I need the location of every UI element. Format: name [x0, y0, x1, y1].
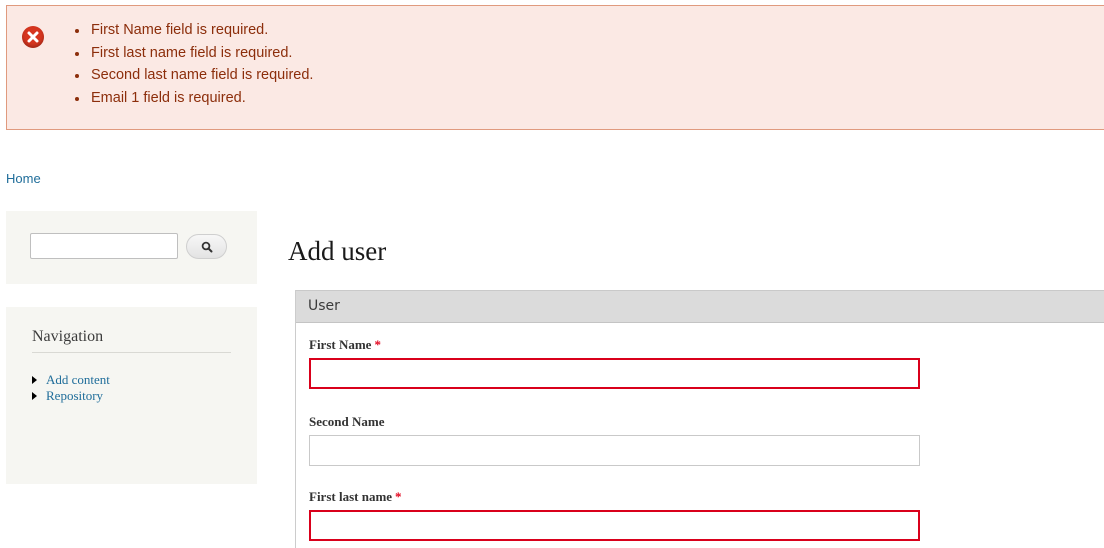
navigation-menu: Add content Repository [32, 372, 110, 404]
triangle-right-icon [32, 376, 37, 384]
error-icon [22, 26, 44, 48]
magnifier-icon [201, 241, 213, 253]
navigation-title: Navigation [32, 328, 104, 345]
error-message: First Name field is required. [75, 19, 313, 42]
first-last-name-label-text: First last name [309, 489, 393, 504]
breadcrumb-home-link[interactable]: Home [6, 171, 41, 186]
first-name-label: First Name * [309, 337, 381, 353]
navigation-divider [32, 352, 231, 353]
search-block [6, 211, 257, 284]
navigation-block: Navigation Add content Repository [6, 307, 257, 484]
required-marker: * [395, 489, 402, 504]
search-input[interactable] [30, 233, 178, 259]
first-last-name-input[interactable] [309, 510, 920, 541]
first-last-name-label: First last name * [309, 489, 402, 505]
second-name-input[interactable] [309, 435, 920, 466]
first-name-label-text: First Name [309, 337, 372, 352]
error-list: First Name field is required. First last… [75, 19, 313, 109]
fieldset-legend: User [296, 290, 1104, 323]
error-message: Email 1 field is required. [75, 87, 313, 110]
page-title: Add user [288, 236, 387, 266]
required-marker: * [374, 337, 381, 352]
user-fieldset: User First Name * Second Name First last … [295, 290, 1104, 548]
second-name-label-text: Second Name [309, 414, 385, 429]
triangle-right-icon [32, 392, 37, 400]
nav-item-repository[interactable]: Repository [32, 388, 110, 404]
nav-item-add-content[interactable]: Add content [32, 372, 110, 388]
error-messages: First Name field is required. First last… [6, 5, 1104, 130]
error-message: First last name field is required. [75, 42, 313, 65]
first-name-input[interactable] [309, 358, 920, 389]
nav-item-label[interactable]: Add content [46, 372, 110, 387]
search-button[interactable] [186, 234, 227, 259]
second-name-label: Second Name [309, 414, 384, 430]
error-message: Second last name field is required. [75, 64, 313, 87]
nav-item-label[interactable]: Repository [46, 388, 103, 403]
